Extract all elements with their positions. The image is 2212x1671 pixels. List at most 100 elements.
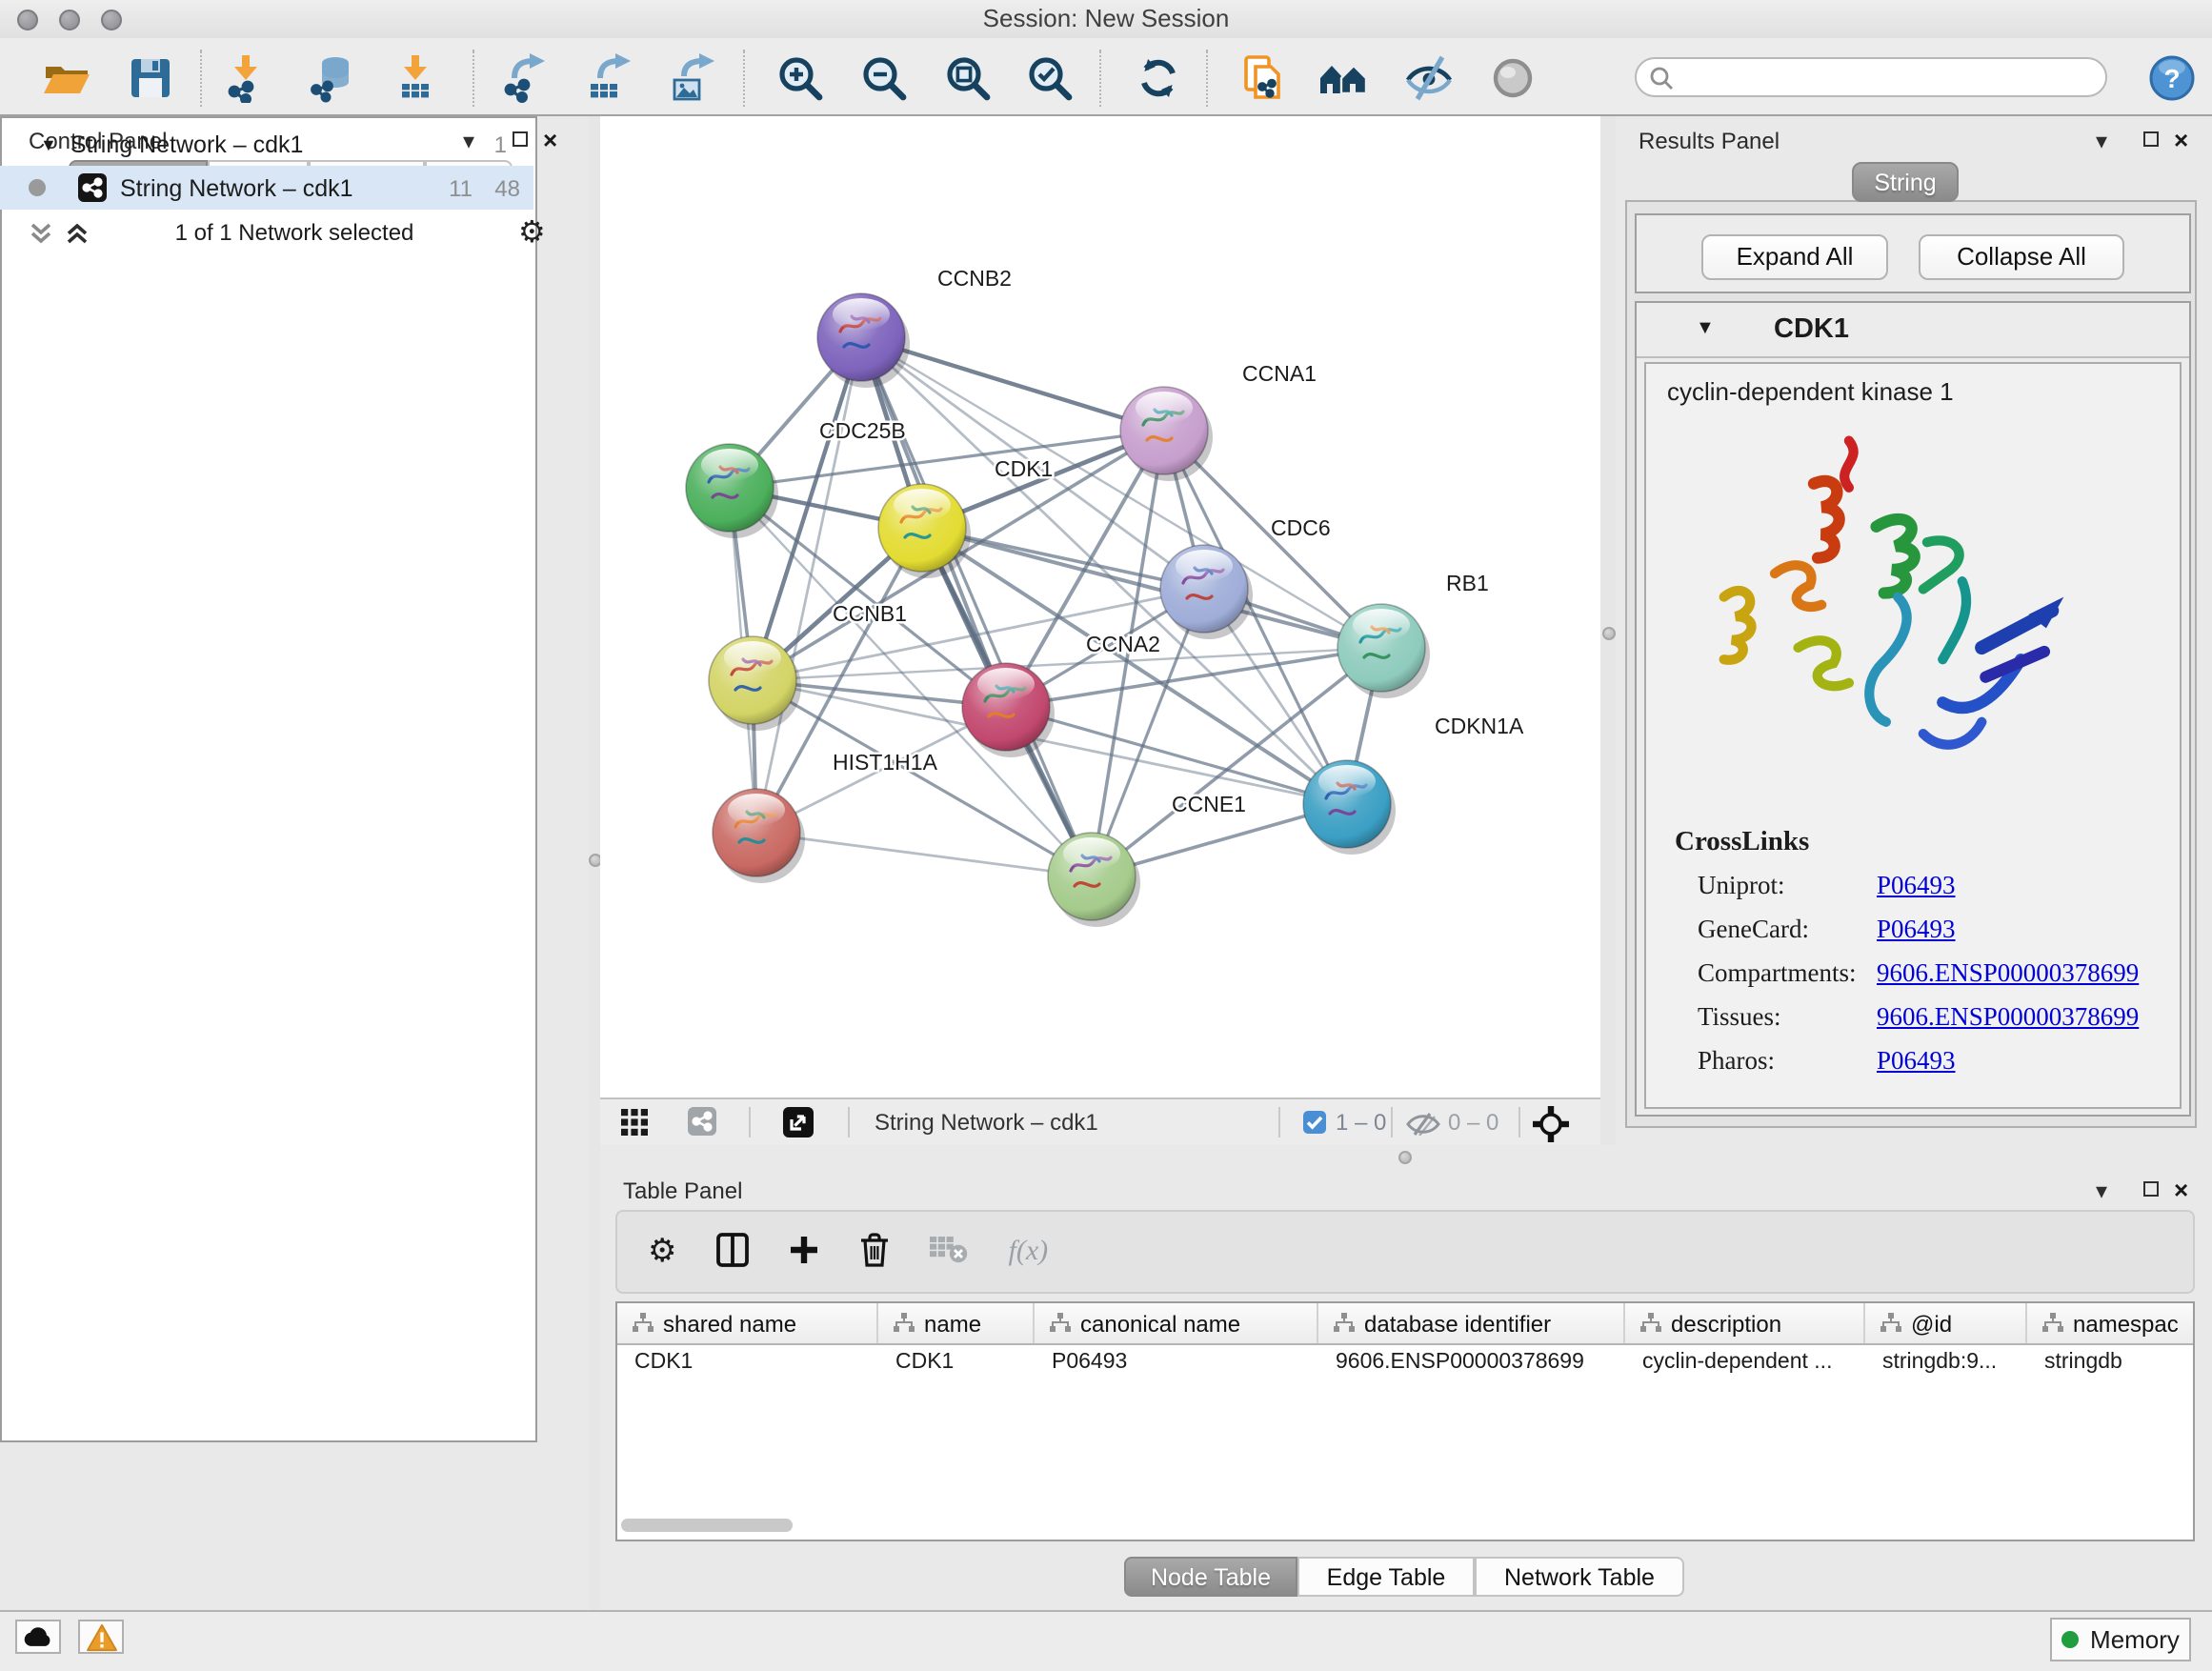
column-header[interactable]: namespac — [2027, 1303, 2193, 1343]
string-home-button[interactable] — [1317, 51, 1370, 105]
tab-node-table[interactable]: Node Table — [1124, 1557, 1297, 1597]
float-panel-icon[interactable] — [2143, 131, 2159, 147]
detach-view-icon[interactable] — [783, 1107, 814, 1143]
zoom-in-button[interactable] — [774, 51, 827, 105]
export-table-button[interactable] — [583, 51, 636, 105]
left-splitter[interactable] — [589, 116, 600, 1610]
network-current-dot-icon — [29, 179, 46, 196]
gene-description: cyclin-dependent kinase 1 — [1667, 377, 1954, 406]
export-table-icon — [585, 53, 634, 103]
show-columns-icon[interactable] — [717, 1232, 750, 1272]
splitter-handle[interactable] — [1601, 627, 1615, 640]
collapse-panel-icon[interactable]: ▾ — [2096, 130, 2107, 152]
zoom-fit-button[interactable] — [941, 51, 995, 105]
help-button[interactable]: ? — [2145, 51, 2199, 105]
column-header[interactable]: name — [878, 1303, 1035, 1343]
memory-status-dot — [2061, 1631, 2079, 1648]
delete-table-icon — [931, 1236, 969, 1268]
column-header[interactable]: description — [1625, 1303, 1865, 1343]
zoom-selected-icon — [1025, 53, 1075, 103]
toolbar-separator — [1099, 50, 1101, 107]
export-image-button[interactable] — [667, 51, 720, 105]
fit-selected-crosshair-icon[interactable] — [1532, 1104, 1570, 1148]
network-node-CDKN1A[interactable]: CDKN1A — [1303, 714, 1524, 855]
zoom-selected-button[interactable] — [1023, 51, 1076, 105]
birdseye-view-button[interactable] — [1486, 51, 1539, 105]
network-node-RB1[interactable]: RB1 — [1337, 571, 1489, 698]
gene-section-header[interactable]: ▼ CDK1 — [1637, 303, 2189, 358]
import-network-database-button[interactable] — [305, 51, 358, 105]
export-network-button[interactable] — [497, 51, 551, 105]
network-row-selected[interactable]: String Network – cdk1 11 48 — [0, 166, 533, 210]
search-field — [1635, 57, 2107, 97]
memory-button[interactable]: Memory — [2050, 1618, 2191, 1661]
column-header[interactable]: shared name — [617, 1303, 878, 1343]
grid-view-icon[interactable] — [621, 1109, 648, 1141]
splitter-handle[interactable] — [588, 854, 601, 867]
string-results-container: Expand All Collapse All ▼ CDK1 cyclin-de… — [1625, 200, 2197, 1128]
database-icon — [307, 53, 356, 103]
node-label: CDC25B — [819, 418, 906, 443]
hide-graphics-details-button[interactable] — [1402, 51, 1456, 105]
cloud-status-button[interactable] — [15, 1620, 61, 1654]
search-input[interactable] — [1682, 62, 2094, 92]
column-header[interactable]: canonical name — [1035, 1303, 1318, 1343]
node-label: CCNB2 — [937, 266, 1012, 291]
crosslink-tissues-link[interactable]: 9606.ENSP00000378699 — [1877, 1002, 2139, 1033]
eye-slash-icon — [1404, 53, 1454, 103]
separator — [1391, 1107, 1393, 1137]
tree-expander-icon[interactable]: ▼ — [40, 134, 57, 153]
horizontal-scrollbar[interactable] — [621, 1519, 793, 1532]
table-panel: Table Panel ▾ × ⚙ f(x) shared name name … — [600, 1170, 2212, 1610]
warning-icon — [85, 1622, 117, 1651]
network-collection-row[interactable]: ▼ String Network – cdk1 1 — [0, 122, 533, 166]
collapse-panel-icon[interactable]: ▾ — [2096, 1179, 2107, 1202]
crosslink-compartments-link[interactable]: 9606.ENSP00000378699 — [1877, 958, 2139, 989]
add-column-icon[interactable] — [790, 1234, 820, 1270]
selected-checkbox[interactable] — [1303, 1111, 1326, 1139]
import-table-file-button[interactable] — [389, 51, 442, 105]
status-bar: Memory — [0, 1610, 2212, 1671]
collapse-all-button[interactable]: Collapse All — [1919, 234, 2124, 280]
network-node-CCNA1[interactable]: CCNA1 — [1120, 361, 1317, 481]
table-options-gear-icon[interactable]: ⚙ — [648, 1233, 677, 1271]
expand-all-button[interactable]: Expand All — [1701, 234, 1888, 280]
network-node-HIST1H1A[interactable]: HIST1H1A — [713, 750, 938, 883]
close-panel-icon[interactable]: × — [543, 126, 557, 154]
splitter-handle[interactable] — [1398, 1151, 1412, 1164]
apply-layout-button[interactable] — [1132, 51, 1185, 105]
delete-column-trash-icon[interactable] — [860, 1232, 891, 1272]
crosslink-label: GeneCard: — [1698, 915, 1809, 945]
section-expander-icon[interactable]: ▼ — [1696, 318, 1715, 339]
network-canvas[interactable]: CCNB2CCNA1CDC25BCDK1CDC6RB1CCNB1CCNA2CDK… — [600, 116, 1600, 1097]
network-view-icon[interactable] — [688, 1107, 716, 1141]
float-panel-icon[interactable] — [2143, 1181, 2159, 1197]
birdseye-icon — [1488, 53, 1538, 103]
close-panel-icon[interactable]: × — [2174, 1176, 2188, 1204]
warnings-button[interactable] — [78, 1620, 124, 1654]
network-node-CCNA2[interactable]: CCNA2 — [962, 632, 1160, 757]
column-header[interactable]: database identifier — [1318, 1303, 1625, 1343]
import-network-file-button[interactable] — [219, 51, 272, 105]
network-options-gear-icon[interactable]: ⚙ — [518, 213, 546, 252]
open-session-button[interactable] — [40, 51, 93, 105]
clone-network-button[interactable] — [1237, 51, 1290, 105]
tab-string[interactable]: String — [1852, 162, 1959, 202]
close-panel-icon[interactable]: × — [2174, 126, 2188, 154]
table-toolbar: ⚙ f(x) — [615, 1210, 2195, 1294]
zoom-out-button[interactable] — [857, 51, 911, 105]
table-row[interactable]: CDK1 CDK1 P06493 9606.ENSP00000378699 cy… — [617, 1345, 2193, 1378]
crosslink-genecard-link[interactable]: P06493 — [1877, 915, 1956, 945]
crosslink-uniprot-link[interactable]: P06493 — [1877, 871, 1956, 901]
tab-network-table[interactable]: Network Table — [1475, 1557, 1684, 1597]
save-session-button[interactable] — [124, 51, 177, 105]
node-label: CCNA1 — [1242, 361, 1317, 386]
column-header[interactable]: @id — [1865, 1303, 2027, 1343]
tab-edge-table[interactable]: Edge Table — [1297, 1557, 1475, 1597]
cloud-icon — [23, 1626, 53, 1647]
right-splitter[interactable] — [1600, 116, 1616, 1145]
zoom-fit-icon — [943, 53, 993, 103]
crosslink-pharos-link[interactable]: P06493 — [1877, 1046, 1956, 1077]
svg-text:?: ? — [2163, 64, 2180, 93]
node-label: CCNB1 — [833, 601, 907, 626]
